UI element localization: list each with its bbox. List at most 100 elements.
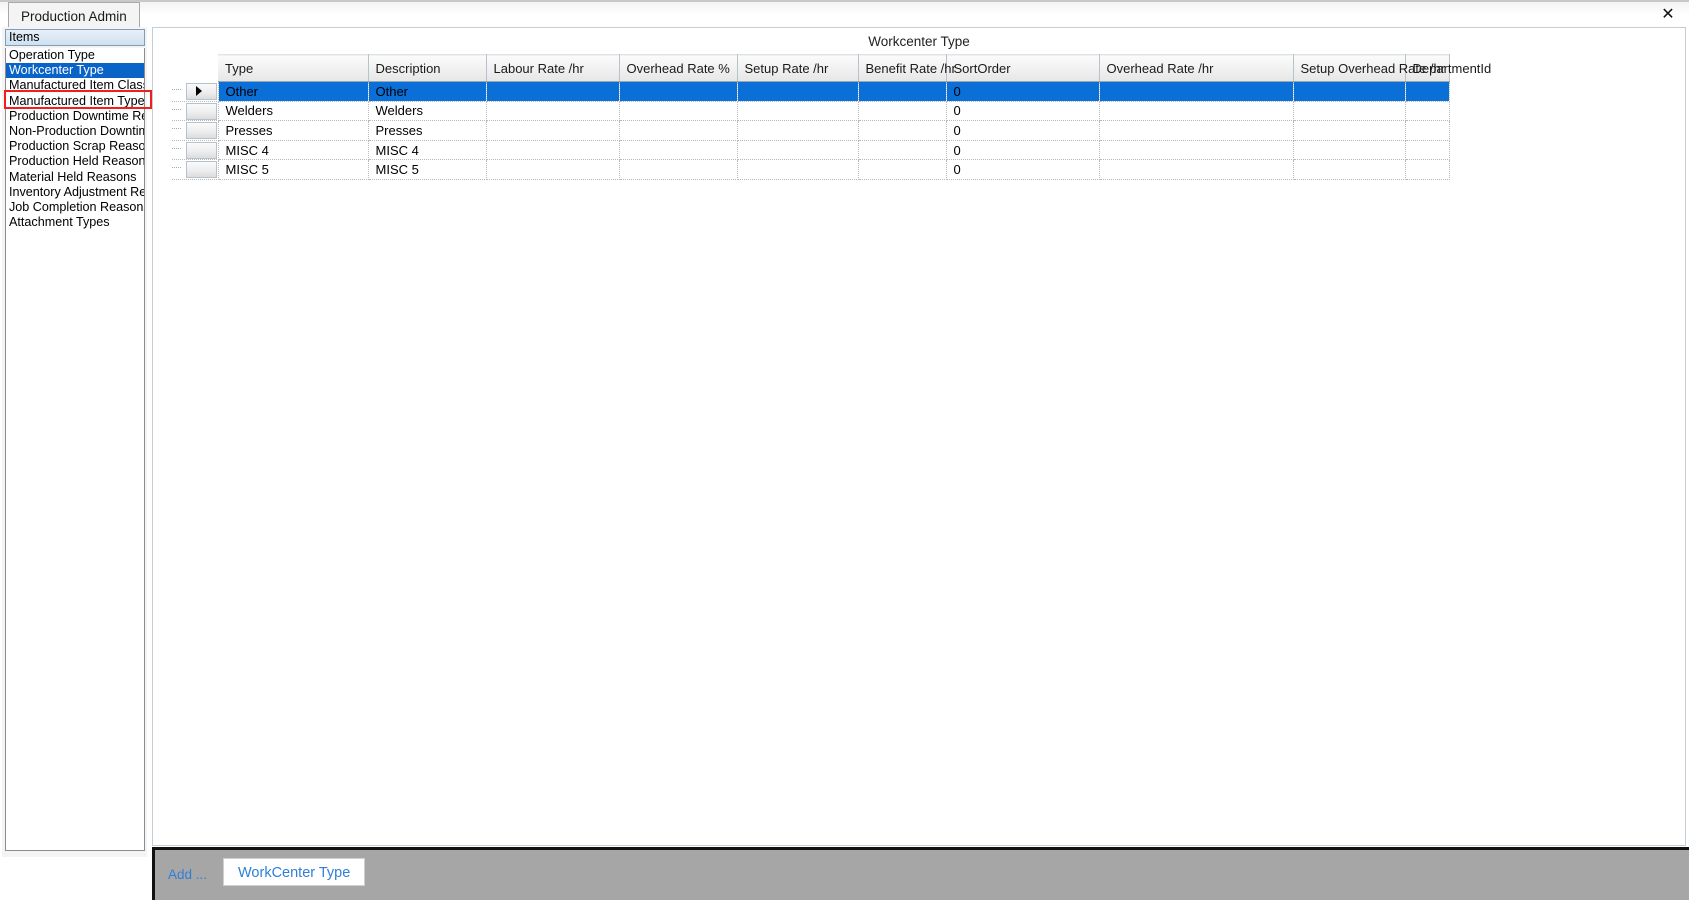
row-header-button[interactable] bbox=[186, 102, 217, 120]
table-cell[interactable] bbox=[619, 159, 738, 180]
table-cell[interactable]: MISC 4 bbox=[368, 140, 487, 161]
sidebar-item-manufactured-item-class[interactable]: Manufactured Item Class bbox=[6, 78, 144, 93]
row-tree-connector-icon bbox=[172, 147, 181, 149]
table-row[interactable]: MISC 4 MISC 4 0 bbox=[172, 140, 1450, 161]
table-row[interactable]: Welders Welders 0 bbox=[172, 101, 1450, 122]
table-header-row: Type Description Labour Rate /hr Overhead R… bbox=[172, 54, 1491, 82]
add-link[interactable]: Add ... bbox=[168, 867, 207, 882]
table-cell[interactable] bbox=[1405, 120, 1450, 141]
column-header-overhead-rate[interactable]: Overhead Rate % bbox=[619, 54, 738, 82]
sidebar-item-attachment-types[interactable]: Attachment Types bbox=[6, 215, 144, 230]
sidebar-item-material-held-reasons[interactable]: Material Held Reasons bbox=[6, 170, 144, 185]
table-cell[interactable] bbox=[619, 101, 738, 122]
table-cell[interactable] bbox=[486, 159, 620, 180]
table-cell[interactable]: Presses bbox=[218, 120, 369, 141]
table-cell[interactable] bbox=[486, 101, 620, 122]
row-selector-cell[interactable] bbox=[172, 81, 219, 102]
table-cell[interactable] bbox=[1293, 140, 1406, 161]
table-cell[interactable] bbox=[486, 81, 620, 102]
table-cell[interactable] bbox=[486, 140, 620, 161]
table-cell[interactable]: Welders bbox=[368, 101, 487, 122]
row-selector-cell[interactable] bbox=[172, 140, 219, 161]
table-cell[interactable]: MISC 5 bbox=[368, 159, 487, 180]
sidebar-item-operation-type[interactable]: Operation Type bbox=[6, 48, 144, 63]
table-cell[interactable]: Other bbox=[368, 81, 487, 102]
table-cell[interactable] bbox=[1405, 81, 1450, 102]
table-cell[interactable] bbox=[1099, 140, 1294, 161]
column-header-labour-rate-hr[interactable]: Labour Rate /hr bbox=[486, 54, 620, 82]
table-cell[interactable] bbox=[737, 140, 859, 161]
column-header-description[interactable]: Description bbox=[368, 54, 487, 82]
table-cell[interactable] bbox=[619, 81, 738, 102]
table-cell[interactable] bbox=[1293, 120, 1406, 141]
table-row[interactable]: Presses Presses 0 bbox=[172, 120, 1450, 141]
title-bar-top-divider bbox=[0, 0, 1689, 2]
tab-production-admin[interactable]: Production Admin bbox=[8, 2, 140, 27]
sidebar-item-job-completion-reasons[interactable]: Job Completion Reasons bbox=[6, 200, 144, 215]
table-cell[interactable] bbox=[737, 120, 859, 141]
table-cell[interactable]: Other bbox=[218, 81, 369, 102]
table-body[interactable]: Other Other 0 Welders Welders 0 Presses Presses… bbox=[172, 81, 1450, 180]
table-cell[interactable] bbox=[858, 120, 947, 141]
sidebar-item-workcenter-type[interactable]: Workcenter Type bbox=[6, 63, 144, 79]
row-header-button[interactable] bbox=[186, 161, 217, 179]
table-cell[interactable]: 0 bbox=[946, 101, 1100, 122]
table-cell[interactable]: MISC 4 bbox=[218, 140, 369, 161]
table-cell[interactable]: Welders bbox=[218, 101, 369, 122]
sidebar-item-production-downtime-re[interactable]: Production Downtime Re bbox=[6, 109, 144, 124]
table-cell[interactable]: 0 bbox=[946, 159, 1100, 180]
add-link-label: Add ... bbox=[168, 867, 208, 882]
data-grid[interactable]: Type Description Labour Rate /hr Overhead R… bbox=[172, 54, 1491, 180]
table-cell[interactable] bbox=[1405, 101, 1450, 122]
row-header-button[interactable] bbox=[186, 141, 217, 159]
sidebar-item-inventory-adjustment-re[interactable]: Inventory Adjustment Re bbox=[6, 185, 144, 200]
table-cell[interactable] bbox=[1099, 81, 1294, 102]
column-header-setup-rate-hr[interactable]: Setup Rate /hr bbox=[737, 54, 859, 82]
row-header-button[interactable] bbox=[186, 122, 217, 140]
table-cell[interactable] bbox=[486, 120, 620, 141]
table-cell[interactable]: MISC 5 bbox=[218, 159, 369, 180]
table-cell[interactable] bbox=[737, 101, 859, 122]
column-header-overhead-rate-hr[interactable]: Overhead Rate /hr bbox=[1099, 54, 1294, 82]
table-cell[interactable] bbox=[1293, 101, 1406, 122]
table-cell[interactable] bbox=[1405, 140, 1450, 161]
table-cell[interactable]: 0 bbox=[946, 81, 1100, 102]
table-cell[interactable] bbox=[858, 159, 947, 180]
table-cell[interactable] bbox=[1099, 120, 1294, 141]
table-cell[interactable]: 0 bbox=[946, 120, 1100, 141]
table-cell[interactable] bbox=[737, 81, 859, 102]
column-header-type[interactable]: Type bbox=[218, 54, 369, 82]
sidebar-item-manufactured-item-type[interactable]: Manufactured Item Type bbox=[6, 94, 144, 109]
table-cell[interactable]: Presses bbox=[368, 120, 487, 141]
row-tree-connector-icon bbox=[172, 128, 181, 130]
close-icon[interactable]: ✕ bbox=[1657, 3, 1679, 25]
row-tree-connector-icon bbox=[172, 88, 181, 90]
table-cell[interactable] bbox=[1099, 159, 1294, 180]
table-cell[interactable] bbox=[858, 101, 947, 122]
table-row[interactable]: Other Other 0 bbox=[172, 81, 1450, 102]
sidebar-item-list[interactable]: Operation Type Workcenter Type Manufacture… bbox=[5, 48, 145, 851]
table-cell[interactable] bbox=[1293, 81, 1406, 102]
column-header-benefit-rate-hr[interactable]: Benefit Rate /hr bbox=[858, 54, 956, 82]
column-header-sortorder[interactable]: SortOrder bbox=[946, 54, 1100, 82]
table-cell[interactable] bbox=[1293, 159, 1406, 180]
table-row[interactable]: MISC 5 MISC 5 0 bbox=[172, 159, 1450, 180]
column-header-setup-overhead-rate-hr[interactable]: Setup Overhead Rate /hr bbox=[1293, 54, 1445, 82]
sidebar-item-production-held-reasons[interactable]: Production Held Reasons bbox=[6, 154, 144, 169]
add-workcenter-type-button-label: WorkCenter Type bbox=[238, 865, 351, 881]
row-selector-cell[interactable] bbox=[172, 101, 219, 122]
row-selector-cell[interactable] bbox=[172, 120, 219, 141]
table-cell[interactable] bbox=[858, 140, 947, 161]
row-selector-cell[interactable] bbox=[172, 159, 219, 180]
table-cell[interactable] bbox=[1405, 159, 1450, 180]
title-bar: Production Admin ✕ bbox=[0, 0, 1689, 27]
table-cell[interactable] bbox=[619, 120, 738, 141]
table-cell[interactable] bbox=[619, 140, 738, 161]
table-cell[interactable] bbox=[1099, 101, 1294, 122]
table-cell[interactable] bbox=[858, 81, 947, 102]
table-cell[interactable] bbox=[737, 159, 859, 180]
add-workcenter-type-button[interactable]: WorkCenter Type bbox=[223, 858, 366, 886]
sidebar-item-non-production-downtim[interactable]: Non-Production Downtim bbox=[6, 124, 144, 139]
table-cell[interactable]: 0 bbox=[946, 140, 1100, 161]
sidebar-item-production-scrap-reason[interactable]: Production Scrap Reason bbox=[6, 139, 144, 154]
